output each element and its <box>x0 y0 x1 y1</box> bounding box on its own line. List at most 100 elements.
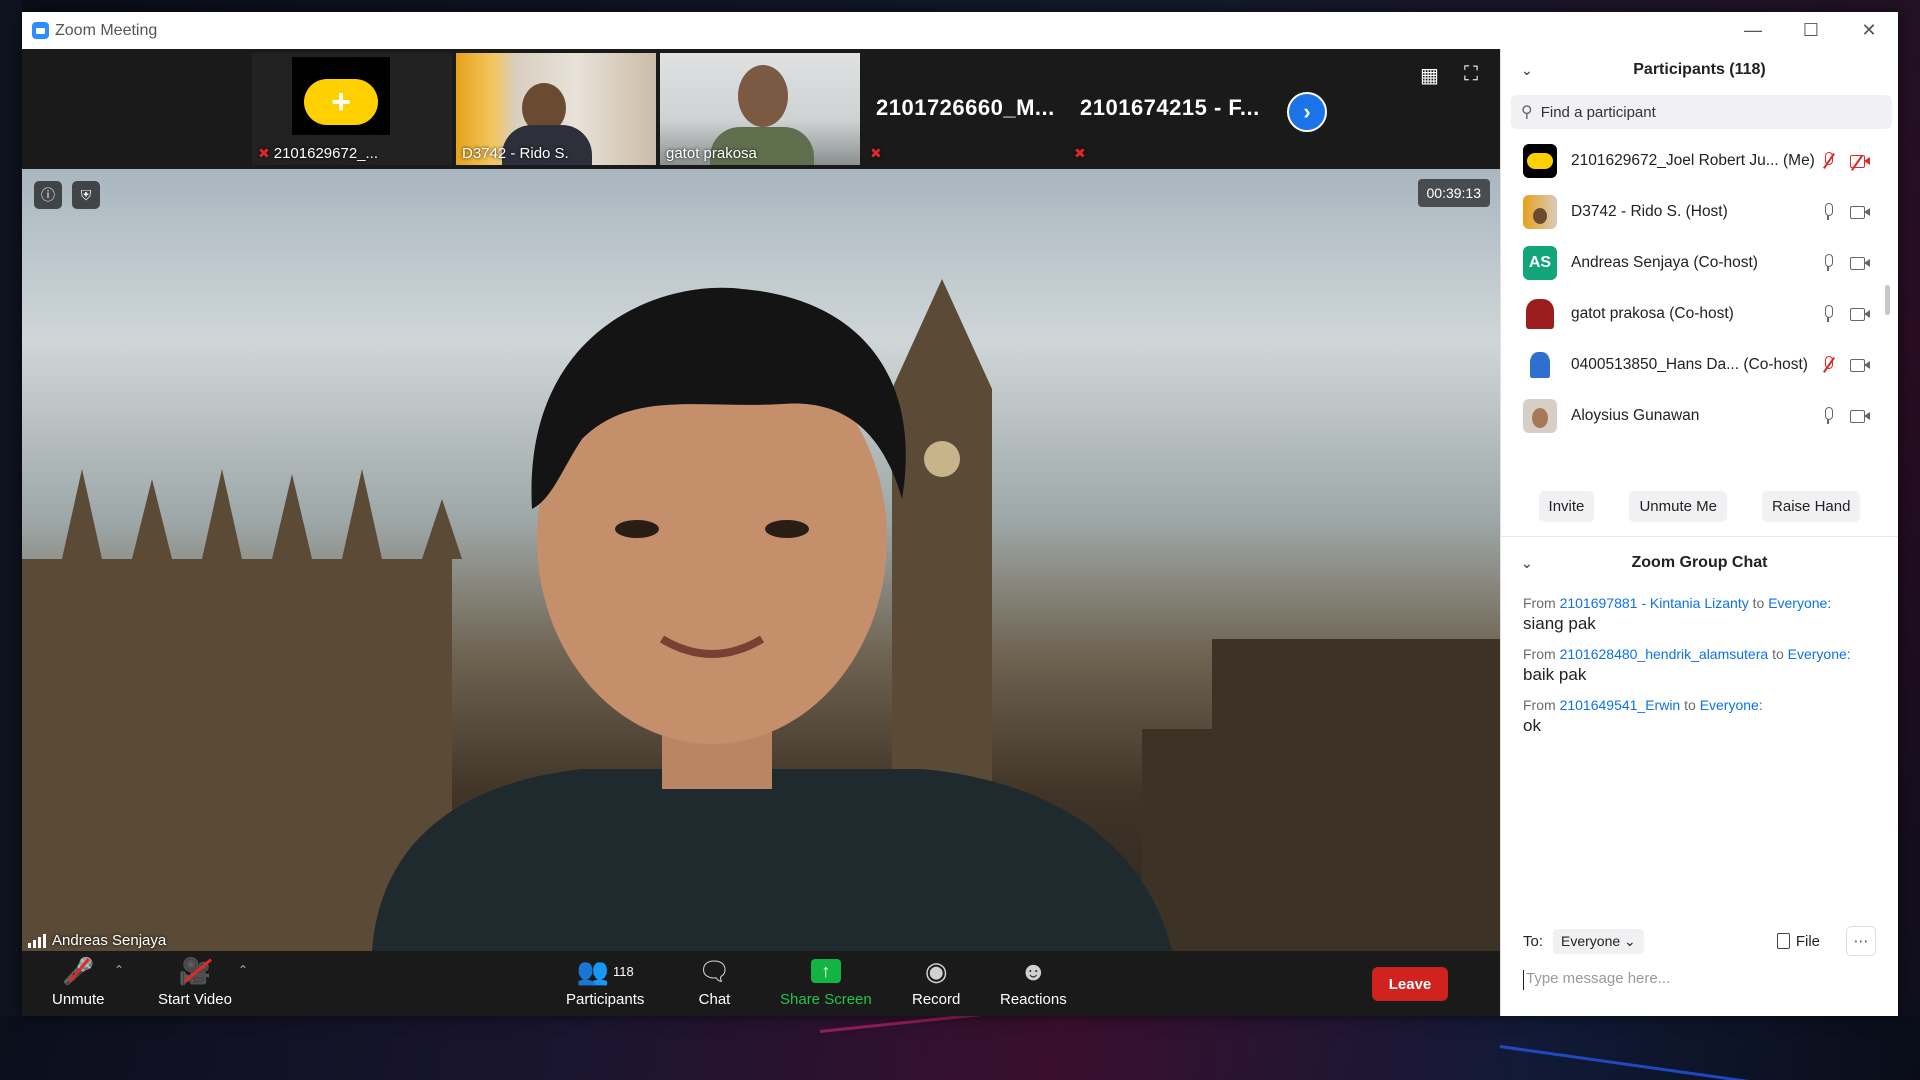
mic-icon[interactable] <box>1822 406 1834 425</box>
chat-button[interactable]: 🗨 Chat <box>698 955 732 1009</box>
avatar: AS <box>1523 245 1557 280</box>
meeting-toolbar: 🎤 Unmute ⌃ 🎥 Start Video ⌃ 👥118 Particip… <box>22 951 1500 1016</box>
meeting-area: + ✖ 2101629672_... D3742 - Rido S. gatot … <box>22 49 1500 1016</box>
sender-link[interactable]: 2101628480_hendrik_alamsutera <box>1560 646 1769 662</box>
participant-row[interactable]: AS Andreas Senjaya (Co-host) <box>1501 237 1898 288</box>
camera-icon[interactable] <box>1850 205 1870 219</box>
fullscreen-icon[interactable]: ⛶ <box>1464 63 1478 86</box>
desktop-background <box>0 0 22 1080</box>
window-title: Zoom Meeting <box>55 21 158 39</box>
thumbnail-tile[interactable]: D3742 - Rido S. <box>456 53 656 165</box>
thumbnail-tile[interactable]: 2101726660_M... ✖ <box>864 53 1064 165</box>
share-screen-button[interactable]: ↑ Share Screen <box>780 955 872 1008</box>
meeting-info-icon[interactable]: ⓘ <box>34 181 62 209</box>
minimize-icon[interactable]: — <box>1724 12 1782 49</box>
unmute-me-button[interactable]: Unmute Me <box>1629 491 1727 522</box>
reactions-button[interactable]: ☻ Reactions <box>1000 955 1067 1009</box>
gallery-grid-icon[interactable]: ▦ <box>1420 63 1439 88</box>
participant-row[interactable]: gatot prakosa (Co-host) <box>1501 288 1898 339</box>
mic-muted-icon: ✖ <box>258 145 270 161</box>
chat-message: From 2101628480_hendrik_alamsutera to Ev… <box>1501 646 1898 685</box>
search-icon: ⚲ <box>1521 104 1533 121</box>
collapse-chevron-icon[interactable]: ⌄ <box>1521 62 1533 79</box>
zoom-window: Zoom Meeting — ☐ ✕ + ✖ 2101629672_... D37… <box>22 12 1898 1016</box>
file-icon <box>1776 933 1790 949</box>
connection-signal-icon <box>28 933 46 948</box>
mic-icon[interactable] <box>1822 304 1834 323</box>
thumbnail-tile[interactable]: 2101674215 - F... ✖ <box>1068 53 1268 165</box>
chat-bubble-icon: 🗨 <box>698 955 732 986</box>
mic-icon[interactable] <box>1822 253 1834 272</box>
raise-hand-button[interactable]: Raise Hand <box>1762 491 1861 522</box>
message-text: siang pak <box>1523 614 1596 633</box>
mic-muted-icon: 🎤 <box>62 955 94 987</box>
camera-icon[interactable] <box>1850 358 1870 372</box>
mic-muted-icon[interactable] <box>1822 151 1835 170</box>
maximize-icon[interactable]: ☐ <box>1782 12 1840 49</box>
recipient-link[interactable]: Everyone: <box>1768 595 1831 611</box>
participant-count-badge: 118 <box>613 963 634 979</box>
desktop-wallpaper <box>0 1016 1920 1080</box>
chat-header: ⌄ Zoom Group Chat <box>1501 543 1898 583</box>
zoom-app-icon <box>32 22 49 39</box>
chat-title: Zoom Group Chat <box>1631 554 1768 571</box>
camera-icon[interactable] <box>1850 307 1870 321</box>
file-button[interactable]: File <box>1776 933 1820 950</box>
audio-options-caret-icon[interactable]: ⌃ <box>114 963 124 977</box>
message-text: baik pak <box>1523 665 1587 684</box>
participants-header: ⌄ Participants (118) <box>1501 49 1898 91</box>
mic-icon[interactable] <box>1822 202 1834 221</box>
recipient-select[interactable]: Everyone ⌄ <box>1553 928 1644 954</box>
leave-button[interactable]: Leave <box>1372 967 1448 1001</box>
recipient-link[interactable]: Everyone: <box>1788 646 1851 662</box>
person-head <box>738 65 788 127</box>
collapse-chevron-icon[interactable]: ⌄ <box>1521 555 1533 572</box>
virtual-background <box>22 279 1500 951</box>
avatar <box>1523 143 1557 178</box>
meeting-timer: 00:39:13 <box>1417 179 1490 207</box>
message-input[interactable]: Type message here... <box>1523 970 1876 990</box>
invite-button[interactable]: Invite <box>1538 491 1595 522</box>
participants-list: 2101629672_Joel Robert Ju... (Me) D3742 … <box>1501 135 1898 477</box>
chat-message: From 2101649541_Erwin to Everyone: ok <box>1501 697 1898 736</box>
thumbnail-name: 2101674215 - F... <box>1080 95 1260 120</box>
reactions-smiley-icon: ☻ <box>1019 955 1048 986</box>
mic-muted-icon: ✖ <box>870 145 882 161</box>
participant-row[interactable]: 0400513850_Hans Da... (Co-host) <box>1501 339 1898 390</box>
sender-link[interactable]: 2101649541_Erwin <box>1560 697 1681 713</box>
share-screen-icon: ↑ <box>810 959 841 983</box>
participant-row[interactable]: D3742 - Rido S. (Host) <box>1501 186 1898 237</box>
participant-search[interactable]: ⚲ Find a participant <box>1511 95 1892 129</box>
record-button[interactable]: ◉ Record <box>912 955 960 1009</box>
mic-muted-icon[interactable] <box>1822 355 1835 374</box>
recipient-link[interactable]: Everyone: <box>1700 697 1763 713</box>
participants-scrollbar[interactable] <box>1885 285 1890 315</box>
participant-row[interactable]: 2101629672_Joel Robert Ju... (Me) <box>1501 135 1898 186</box>
unmute-button[interactable]: 🎤 Unmute <box>52 955 105 1009</box>
sender-link[interactable]: 2101697881 - Kintania Lizanty <box>1560 595 1749 611</box>
thumbnail-tile[interactable]: gatot prakosa <box>660 53 860 165</box>
chat-compose: To: Everyone ⌄ File ⋯ Type message here.… <box>1501 916 1898 1016</box>
next-page-arrow-icon[interactable]: › <box>1287 92 1327 132</box>
thumbnail-tile[interactable]: + ✖ 2101629672_... <box>252 53 452 165</box>
active-speaker-video: ⓘ ⛨ 00:39:13 Andreas Senjaya <box>22 169 1500 951</box>
participant-actions: Invite Unmute Me Raise Hand <box>1501 491 1898 522</box>
more-options-icon[interactable]: ⋯ <box>1846 926 1876 956</box>
camera-icon[interactable] <box>1850 409 1870 423</box>
security-shield-icon[interactable]: ⛨ <box>72 181 100 209</box>
record-icon: ◉ <box>924 955 948 986</box>
thumbnail-name: gatot prakosa <box>666 145 757 162</box>
yellow-pill-avatar: + <box>304 79 378 125</box>
mic-muted-icon: ✖ <box>1074 145 1086 161</box>
participant-row[interactable]: Aloysius Gunawan <box>1501 390 1898 441</box>
camera-off-icon[interactable] <box>1850 154 1870 171</box>
video-options-caret-icon[interactable]: ⌃ <box>238 963 248 977</box>
close-icon[interactable]: ✕ <box>1840 12 1898 49</box>
start-video-button[interactable]: 🎥 Start Video <box>158 955 232 1009</box>
participants-button[interactable]: 👥 118 Participants <box>566 955 644 1009</box>
avatar <box>1523 194 1557 229</box>
avatar <box>1523 347 1557 382</box>
message-text: ok <box>1523 716 1541 735</box>
camera-icon[interactable] <box>1850 256 1870 270</box>
speaker-name: Andreas Senjaya <box>52 932 167 949</box>
